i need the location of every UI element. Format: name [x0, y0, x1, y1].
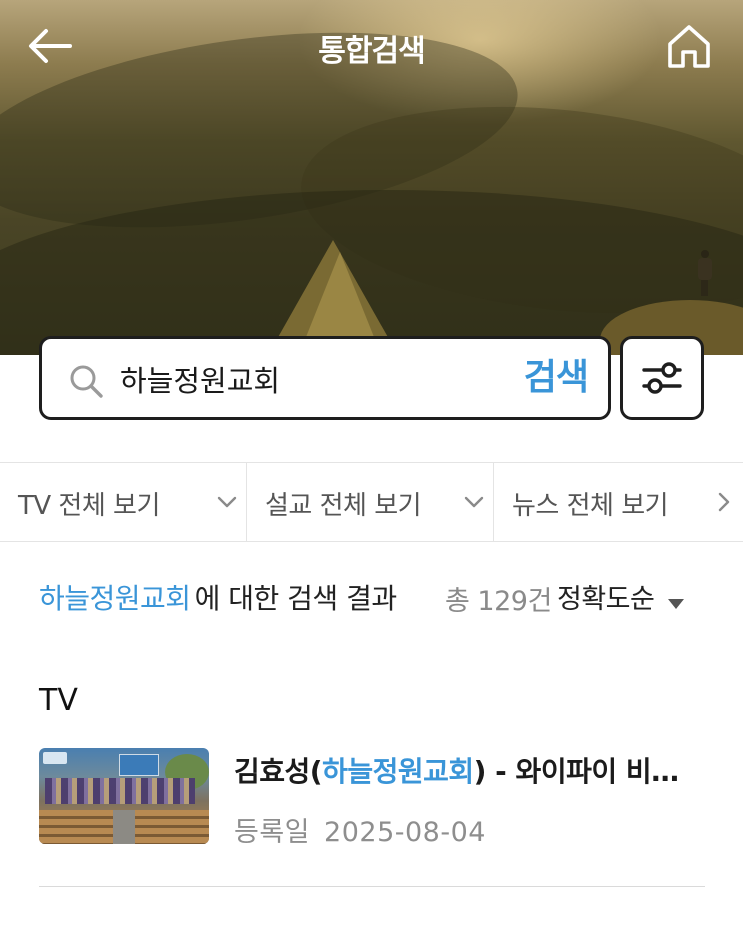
video-list-item[interactable]: 김효성(하늘정원교회) - 와이파이 비… 등록일 2025-08-04	[39, 746, 705, 849]
chevron-down-icon	[464, 496, 484, 508]
video-title-suffix: ) - 와이파이 비…	[473, 755, 679, 788]
video-thumbnail	[39, 748, 209, 844]
video-title: 김효성(하늘정원교회) - 와이파이 비…	[234, 750, 705, 790]
caret-down-icon	[668, 598, 685, 609]
result-count: 총 129건	[445, 586, 552, 617]
sort-dropdown[interactable]: 정확도순	[557, 577, 685, 617]
result-keyword: 하늘정원교회	[39, 582, 191, 615]
category-sermon[interactable]: 설교 전체 보기	[247, 463, 494, 541]
search-submit-button[interactable]: 검색	[524, 353, 589, 403]
filter-button[interactable]	[620, 336, 704, 420]
top-app-bar: 통합검색	[0, 0, 743, 95]
result-summary: 하늘정원교회 에 대한 검색 결과 총 129건 정확도순	[39, 577, 709, 617]
hero-hiker	[697, 250, 712, 296]
category-bar: TV 전체 보기 설교 전체 보기 뉴스 전체 보기	[0, 462, 743, 542]
magnifier-icon	[70, 365, 103, 398]
list-divider	[39, 886, 705, 887]
category-label: TV 전체 보기	[18, 491, 160, 521]
home-icon	[668, 25, 710, 68]
search-input[interactable]	[120, 355, 510, 403]
chevron-down-icon	[217, 496, 237, 508]
date-label: 등록일	[234, 817, 311, 848]
category-tv[interactable]: TV 전체 보기	[0, 463, 247, 541]
result-suffix: 에 대한 검색 결과	[194, 582, 398, 615]
sort-label: 정확도순	[557, 584, 655, 615]
search-box: 검색	[39, 336, 611, 420]
category-label: 설교 전체 보기	[265, 491, 422, 521]
section-title-tv: TV	[39, 683, 78, 718]
video-title-prefix: 김효성(	[234, 755, 323, 788]
sliders-icon	[642, 362, 682, 394]
home-button[interactable]	[664, 22, 714, 70]
date-value: 2025-08-04	[324, 817, 486, 848]
video-title-highlight: 하늘정원교회	[322, 755, 474, 788]
chevron-right-icon	[718, 492, 730, 512]
page-title: 통합검색	[318, 34, 425, 69]
category-news[interactable]: 뉴스 전체 보기	[494, 463, 743, 541]
video-date: 등록일 2025-08-04	[234, 810, 486, 849]
category-label: 뉴스 전체 보기	[512, 491, 669, 521]
